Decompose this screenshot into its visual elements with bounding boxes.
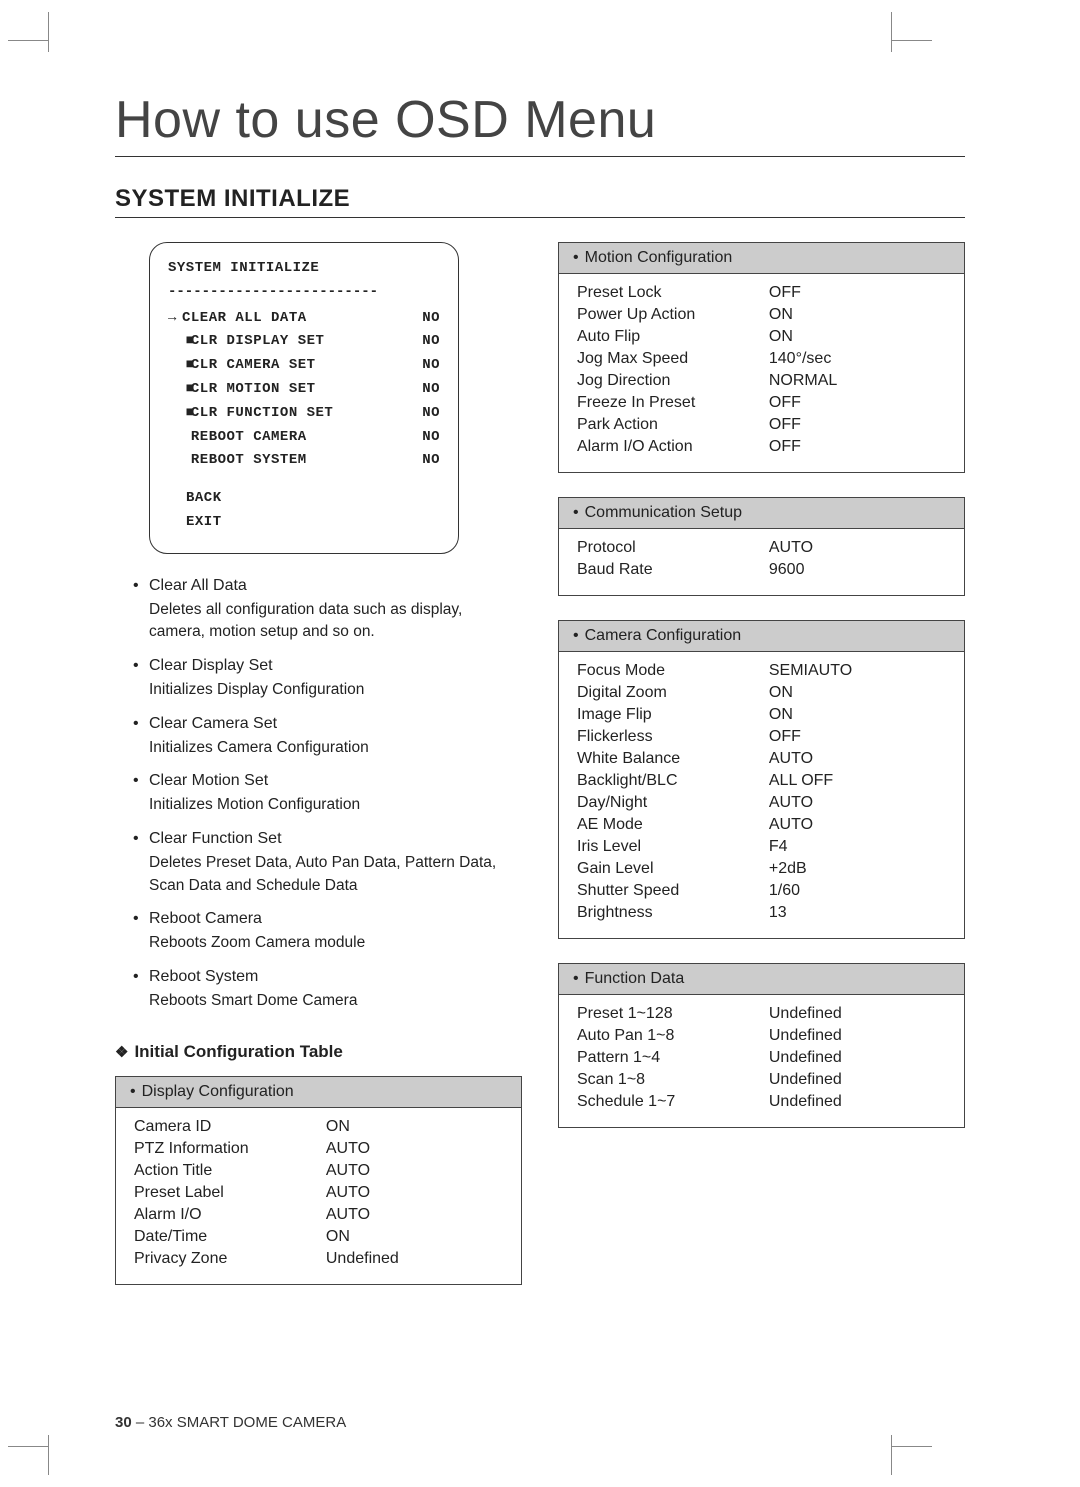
table-header: •Camera Configuration (559, 621, 964, 652)
osd-menu-item: →CLEAR ALL DATANO (168, 307, 440, 331)
table-row: Preset LockOFF (577, 282, 946, 304)
table-row: Backlight/BLCALL OFF (577, 770, 946, 792)
crop-mark (892, 40, 932, 41)
table-row: Auto FlipON (577, 326, 946, 348)
section-heading: SYSTEM INITIALIZE (115, 185, 965, 218)
osd-back: BACK (186, 487, 440, 511)
table-row: Action TitleAUTO (134, 1160, 503, 1182)
description-item: Reboot SystemReboots Smart Dome Camera (133, 965, 522, 1013)
table-header: •Motion Configuration (559, 243, 964, 274)
table-row: FlickerlessOFF (577, 726, 946, 748)
description-item: Clear Motion SetInitializes Motion Confi… (133, 769, 522, 817)
description-item: Reboot CameraReboots Zoom Camera module (133, 907, 522, 955)
table-row: Date/TimeON (134, 1226, 503, 1248)
table-row: Gain Level+2dB (577, 858, 946, 880)
crop-mark (892, 1446, 932, 1447)
description-list: Clear All DataDeletes all configuration … (133, 574, 522, 1013)
crop-mark (8, 1446, 48, 1447)
table-row: AE ModeAUTO (577, 814, 946, 836)
table-row: Baud Rate9600 (577, 559, 946, 581)
crop-mark (8, 40, 48, 41)
table-row: Image FlipON (577, 704, 946, 726)
page-footer: 30 – 36x SMART DOME CAMERA (115, 1414, 346, 1431)
table-row: Preset 1~128Undefined (577, 1003, 946, 1025)
crop-mark (48, 12, 49, 52)
osd-menu-item: ■ CLR DISPLAY SETNO (168, 330, 440, 354)
diamond-icon: ❖ (115, 1044, 128, 1061)
table-row: Shutter Speed1/60 (577, 880, 946, 902)
table-function-data: •Function Data Preset 1~128UndefinedAuto… (558, 963, 965, 1128)
table-row: Camera IDON (134, 1116, 503, 1138)
osd-exit: EXIT (186, 511, 440, 535)
table-row: Pattern 1~4Undefined (577, 1047, 946, 1069)
osd-menu-item: REBOOT SYSTEMNO (168, 449, 440, 473)
table-header: •Communication Setup (559, 498, 964, 529)
description-item: Clear Camera SetInitializes Camera Confi… (133, 712, 522, 760)
description-item: Clear All DataDeletes all configuration … (133, 574, 522, 644)
table-row: Iris LevelF4 (577, 836, 946, 858)
table-row: Alarm I/O ActionOFF (577, 436, 946, 458)
osd-menu-item: REBOOT CAMERANO (168, 426, 440, 450)
crop-mark (48, 1435, 49, 1475)
table-row: Focus ModeSEMIAUTO (577, 660, 946, 682)
table-communication-setup: •Communication Setup ProtocolAUTOBaud Ra… (558, 497, 965, 596)
subheading-text: Initial Configuration Table (134, 1042, 342, 1061)
table-motion-config: •Motion Configuration Preset LockOFFPowe… (558, 242, 965, 473)
table-row: Scan 1~8Undefined (577, 1069, 946, 1091)
footer-text: 36x SMART DOME CAMERA (148, 1414, 346, 1431)
table-header: •Function Data (559, 964, 964, 995)
table-row: Privacy ZoneUndefined (134, 1248, 503, 1270)
table-row: Power Up ActionON (577, 304, 946, 326)
right-column: •Motion Configuration Preset LockOFFPowe… (558, 242, 965, 1309)
table-row: Digital ZoomON (577, 682, 946, 704)
page-number: 30 (115, 1414, 132, 1431)
osd-divider: ------------------------- (168, 281, 440, 305)
table-row: Schedule 1~7Undefined (577, 1091, 946, 1113)
osd-menu-item: ■ CLR MOTION SETNO (168, 378, 440, 402)
table-row: Jog DirectionNORMAL (577, 370, 946, 392)
table-row: Auto Pan 1~8Undefined (577, 1025, 946, 1047)
table-row: Day/NightAUTO (577, 792, 946, 814)
crop-mark (891, 12, 892, 52)
table-header: •Display Configuration (116, 1077, 521, 1108)
table-row: Jog Max Speed140°/sec (577, 348, 946, 370)
osd-menu-box: SYSTEM INITIALIZE ----------------------… (149, 242, 459, 554)
table-camera-config: •Camera Configuration Focus ModeSEMIAUTO… (558, 620, 965, 939)
table-row: Park ActionOFF (577, 414, 946, 436)
crop-mark (891, 1435, 892, 1475)
table-row: ProtocolAUTO (577, 537, 946, 559)
description-item: Clear Display SetInitializes Display Con… (133, 654, 522, 702)
left-column: SYSTEM INITIALIZE ----------------------… (115, 242, 522, 1309)
osd-menu-item: ■ CLR FUNCTION SETNO (168, 402, 440, 426)
osd-title: SYSTEM INITIALIZE (168, 257, 440, 281)
description-item: Clear Function SetDeletes Preset Data, A… (133, 827, 522, 897)
table-row: Alarm I/OAUTO (134, 1204, 503, 1226)
table-display-config: •Display Configuration Camera IDONPTZ In… (115, 1076, 522, 1285)
table-row: Preset LabelAUTO (134, 1182, 503, 1204)
subheading: ❖ Initial Configuration Table (115, 1042, 522, 1062)
osd-menu-item: ■ CLR CAMERA SETNO (168, 354, 440, 378)
table-row: Freeze In PresetOFF (577, 392, 946, 414)
table-row: Brightness13 (577, 902, 946, 924)
page-title: How to use OSD Menu (115, 90, 965, 157)
table-row: PTZ InformationAUTO (134, 1138, 503, 1160)
table-row: White BalanceAUTO (577, 748, 946, 770)
